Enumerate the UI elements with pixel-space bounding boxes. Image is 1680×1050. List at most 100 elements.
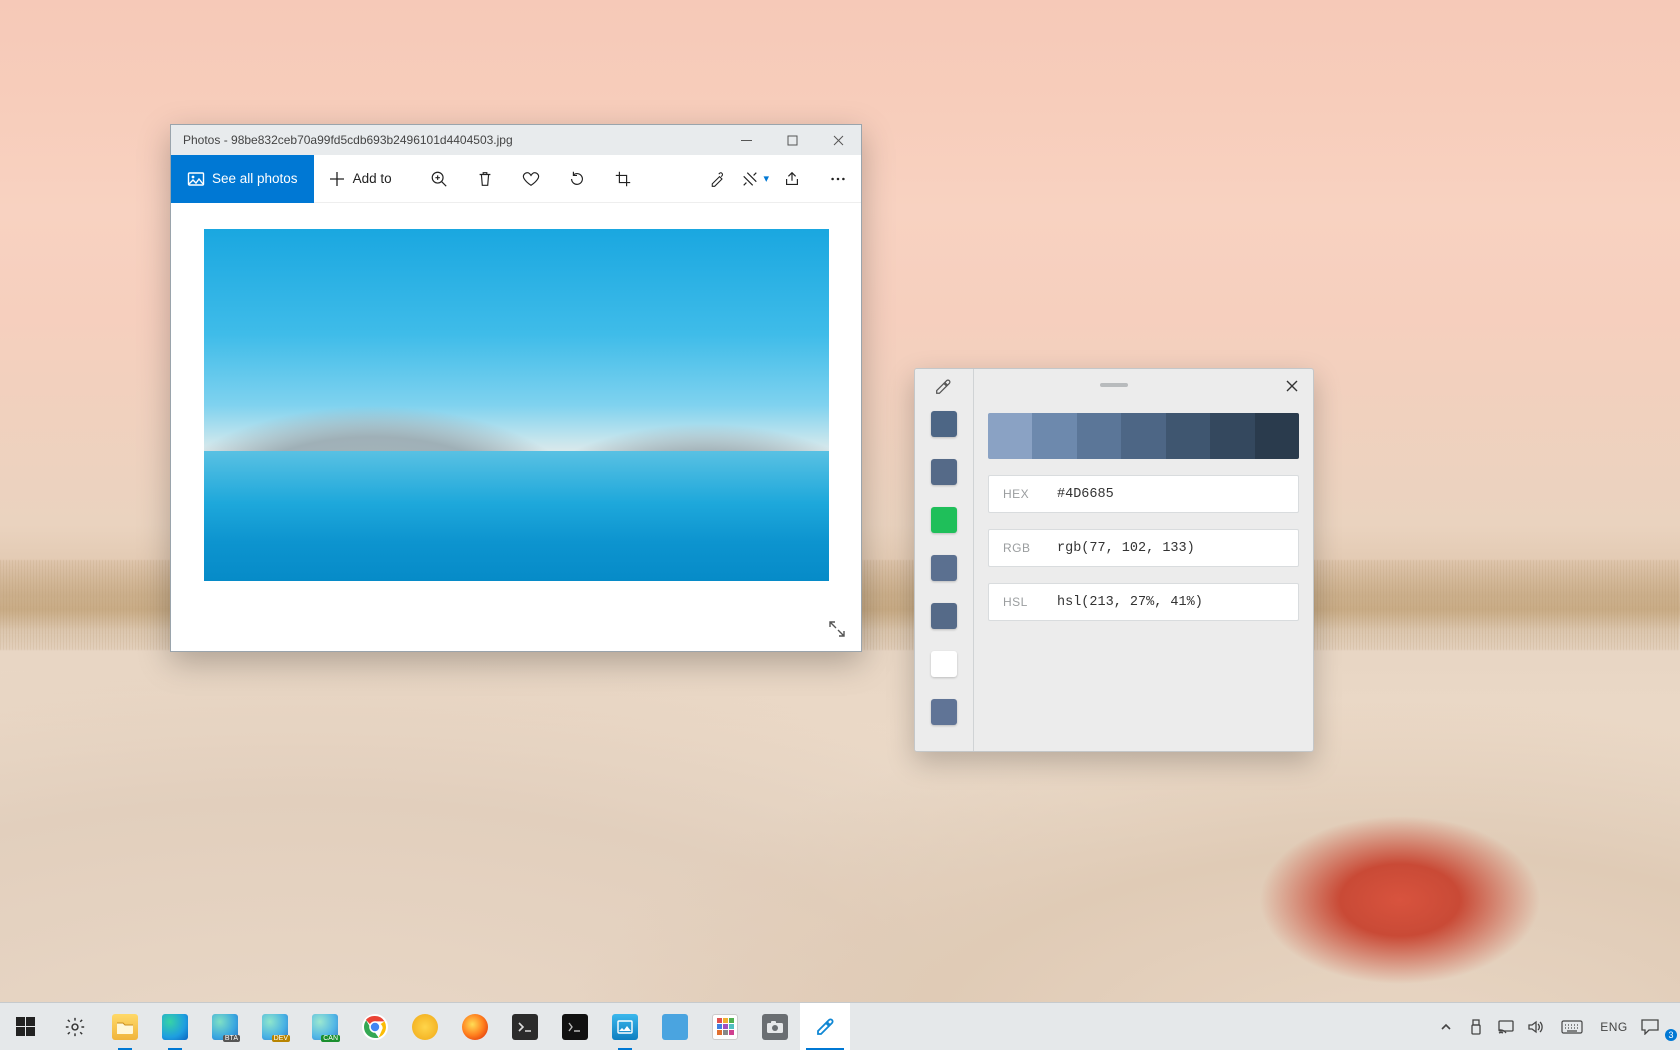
crop-button[interactable] xyxy=(600,155,646,203)
hsl-value: hsl(213, 27%, 41%) xyxy=(1057,595,1203,610)
eyedropper-button[interactable] xyxy=(929,376,957,398)
taskbar-camera[interactable] xyxy=(750,1003,800,1050)
photo-image xyxy=(204,229,829,581)
taskbar-chrome[interactable] xyxy=(350,1003,400,1050)
photo-viewport[interactable] xyxy=(171,203,861,651)
tray-action-center[interactable]: 3 xyxy=(1636,1003,1664,1050)
generic-app-icon xyxy=(662,1014,688,1040)
add-to-label: Add to xyxy=(353,171,392,186)
history-swatch[interactable] xyxy=(931,699,957,725)
plus-icon xyxy=(328,170,346,188)
minimize-button[interactable] xyxy=(723,125,769,155)
windows-logo-icon xyxy=(16,1017,35,1036)
terminal-icon xyxy=(512,1014,538,1040)
hsl-label: HSL xyxy=(1003,595,1057,609)
taskbar-cmd[interactable] xyxy=(550,1003,600,1050)
taskbar-terminal[interactable] xyxy=(500,1003,550,1050)
fullscreen-icon[interactable] xyxy=(827,619,847,639)
edge-beta-icon: BTA xyxy=(212,1014,238,1040)
drag-handle-icon[interactable] xyxy=(1100,383,1128,387)
powertoys-icon xyxy=(712,1014,738,1040)
more-button[interactable] xyxy=(815,155,861,203)
share-button[interactable] xyxy=(769,155,815,203)
color-history xyxy=(915,369,973,751)
rotate-button[interactable] xyxy=(554,155,600,203)
tray-language[interactable]: ENG xyxy=(1594,1003,1634,1050)
edge-icon xyxy=(162,1014,188,1040)
favorite-button[interactable] xyxy=(508,155,554,203)
photos-toolbar: See all photos Add to xyxy=(171,155,861,203)
chrome-icon xyxy=(362,1014,388,1040)
maximize-button[interactable] xyxy=(769,125,815,155)
edge-canary-icon: CAN xyxy=(312,1014,338,1040)
shade-swatch[interactable] xyxy=(1077,413,1121,459)
history-swatch[interactable] xyxy=(931,507,957,533)
photos-titlebar[interactable]: Photos - 98be832ceb70a99fd5cdb693b249610… xyxy=(171,125,861,155)
shade-swatch[interactable] xyxy=(1210,413,1254,459)
taskbar-settings[interactable] xyxy=(50,1003,100,1050)
taskbar-photos[interactable] xyxy=(600,1003,650,1050)
rgb-value: rgb(77, 102, 133) xyxy=(1057,541,1195,556)
gallery-icon xyxy=(187,170,205,188)
taskbar-chrome-canary[interactable] xyxy=(400,1003,450,1050)
shade-swatch[interactable] xyxy=(1032,413,1076,459)
cmd-icon xyxy=(562,1014,588,1040)
taskbar-file-explorer[interactable] xyxy=(100,1003,150,1050)
notification-badge: 3 xyxy=(1665,1029,1677,1041)
history-swatch[interactable] xyxy=(931,411,957,437)
taskbar-firefox[interactable] xyxy=(450,1003,500,1050)
chevron-up-icon xyxy=(1440,1021,1452,1033)
photos-window: Photos - 98be832ceb70a99fd5cdb693b249610… xyxy=(170,124,862,652)
photos-icon xyxy=(612,1014,638,1040)
shade-swatch[interactable] xyxy=(1255,413,1299,459)
taskbar-edge[interactable] xyxy=(150,1003,200,1050)
see-all-photos-button[interactable]: See all photos xyxy=(171,155,314,203)
delete-button[interactable] xyxy=(462,155,508,203)
rgb-row[interactable]: RGB rgb(77, 102, 133) xyxy=(988,529,1299,567)
see-all-label: See all photos xyxy=(212,171,298,186)
shade-swatch[interactable] xyxy=(1166,413,1210,459)
color-picker-window: HEX #4D6685 RGB rgb(77, 102, 133) HSL hs… xyxy=(914,368,1314,752)
chrome-canary-icon xyxy=(412,1014,438,1040)
history-swatch[interactable] xyxy=(931,651,957,677)
taskbar-app-1[interactable] xyxy=(650,1003,700,1050)
picker-close-button[interactable] xyxy=(1277,373,1307,399)
taskbar-color-picker[interactable] xyxy=(800,1003,850,1050)
zoom-button[interactable] xyxy=(416,155,462,203)
rgb-label: RGB xyxy=(1003,541,1057,555)
color-picker-icon xyxy=(812,1014,838,1040)
add-to-button[interactable]: Add to xyxy=(314,155,406,203)
taskbar-powertoys[interactable] xyxy=(700,1003,750,1050)
shade-bar[interactable] xyxy=(988,413,1299,459)
history-swatch[interactable] xyxy=(931,555,957,581)
close-button[interactable] xyxy=(815,125,861,155)
folder-icon xyxy=(112,1014,138,1040)
firefox-icon xyxy=(462,1014,488,1040)
tray-cast-icon[interactable] xyxy=(1492,1003,1520,1050)
hex-value: #4D6685 xyxy=(1057,487,1114,502)
taskbar-edge-beta[interactable]: BTA xyxy=(200,1003,250,1050)
tray-volume-icon[interactable] xyxy=(1522,1003,1550,1050)
history-swatch[interactable] xyxy=(931,603,957,629)
hex-label: HEX xyxy=(1003,487,1057,501)
hex-row[interactable]: HEX #4D6685 xyxy=(988,475,1299,513)
edge-dev-icon: DEV xyxy=(262,1014,288,1040)
taskbar: BTA DEV CAN xyxy=(0,1002,1680,1050)
shade-swatch[interactable] xyxy=(1121,413,1165,459)
picker-titlebar[interactable] xyxy=(915,369,1313,403)
camera-icon xyxy=(762,1014,788,1040)
start-button[interactable] xyxy=(0,1003,50,1050)
gear-icon xyxy=(64,1016,86,1038)
tray-keyboard-icon[interactable] xyxy=(1552,1003,1592,1050)
tray-overflow-button[interactable] xyxy=(1432,1003,1460,1050)
shade-swatch[interactable] xyxy=(988,413,1032,459)
hsl-row[interactable]: HSL hsl(213, 27%, 41%) xyxy=(988,583,1299,621)
photos-title: Photos - 98be832ceb70a99fd5cdb693b249610… xyxy=(183,133,513,147)
system-tray: ENG 3 xyxy=(1432,1003,1680,1050)
tray-usb-icon[interactable] xyxy=(1462,1003,1490,1050)
history-swatch[interactable] xyxy=(931,459,957,485)
taskbar-edge-dev[interactable]: DEV xyxy=(250,1003,300,1050)
taskbar-edge-canary[interactable]: CAN xyxy=(300,1003,350,1050)
taskbar-empty[interactable] xyxy=(850,1003,1432,1050)
edit-menu-button[interactable]: ▾ xyxy=(709,155,769,203)
